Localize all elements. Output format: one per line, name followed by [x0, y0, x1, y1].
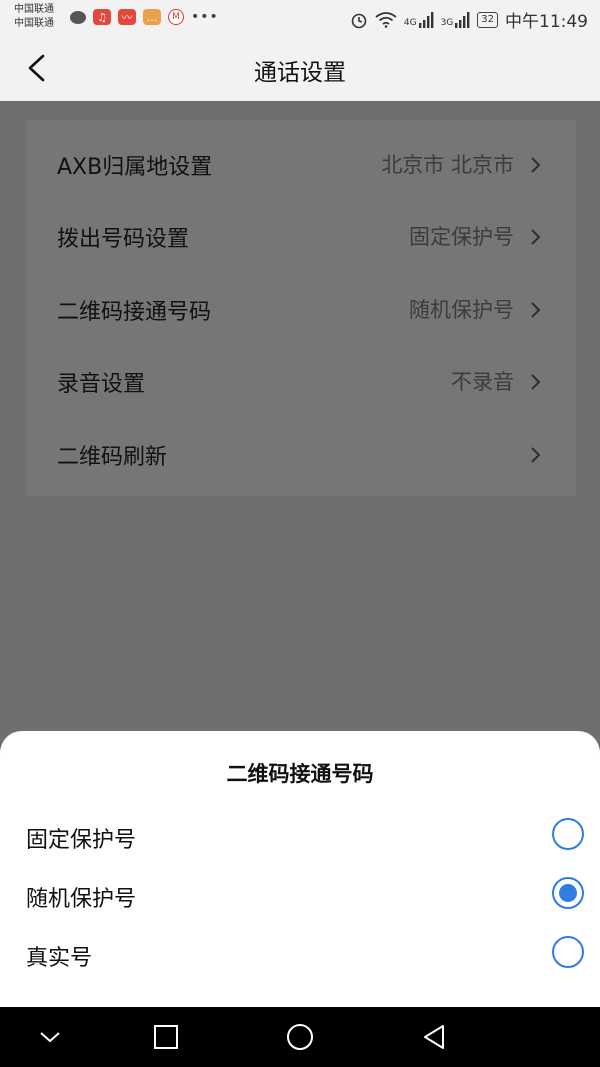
- settings-item-label: 录音设置: [57, 372, 146, 397]
- bank-icon: M: [168, 9, 184, 25]
- settings-item-recording[interactable]: 录音设置 不录音: [26, 346, 576, 418]
- settings-item-value: 北京市 北京市: [381, 153, 514, 177]
- chevron-right-icon: [531, 157, 541, 173]
- settings-list: AXB归属地设置 北京市 北京市 拨出号码设置 固定保护号 二维码接通号码 随机…: [26, 120, 576, 496]
- battery-icon: 32: [477, 11, 498, 28]
- system-nav-bar: [0, 1007, 600, 1067]
- bottom-sheet: 二维码接通号码 固定保护号 随机保护号 真实号: [0, 731, 600, 1007]
- carrier-2: 中国联通: [14, 18, 54, 29]
- option-real-number[interactable]: 真实号: [0, 927, 600, 983]
- network-type-1: 4G: [403, 17, 417, 28]
- radio-button[interactable]: [552, 936, 584, 968]
- wifi-icon: [375, 11, 397, 28]
- settings-item-label: 二维码接通号码: [57, 300, 212, 325]
- chevron-down-icon[interactable]: [34, 1021, 66, 1053]
- radio-button[interactable]: [552, 818, 584, 850]
- notification-icons: ♫ 〰 … M •••: [70, 9, 219, 25]
- option-fixed-number[interactable]: 固定保护号: [0, 809, 600, 865]
- settings-item-label: 拨出号码设置: [57, 227, 190, 252]
- more-icon: •••: [191, 9, 219, 25]
- settings-item-axb-location[interactable]: AXB归属地设置 北京市 北京市: [26, 129, 576, 201]
- settings-item-value: 不录音: [451, 370, 514, 394]
- sheet-title: 二维码接通号码: [226, 762, 374, 786]
- settings-item-qr-refresh[interactable]: 二维码刷新: [26, 419, 576, 491]
- message-icon: [70, 10, 86, 24]
- clock: 中午11:49: [505, 12, 588, 32]
- carrier-1: 中国联通: [14, 4, 54, 15]
- option-label: 随机保护号: [26, 887, 137, 912]
- signal-bars-1-icon: [418, 11, 433, 28]
- settings-item-label: AXB归属地设置: [57, 155, 213, 180]
- settings-item-label: 二维码刷新: [57, 445, 168, 470]
- status-right: 4G 3G 32 中午11:49: [350, 7, 588, 32]
- status-bar: 中国联通 中国联通 ♫ 〰 … M ••• 4G 3G 32 中午11:49: [0, 0, 600, 36]
- chevron-right-icon: [531, 229, 541, 245]
- network-type-2: 3G: [440, 17, 454, 28]
- settings-item-value: 固定保护号: [409, 225, 514, 249]
- settings-item-value: 随机保护号: [409, 298, 514, 322]
- alarm-icon: [351, 13, 367, 28]
- chevron-right-icon: [531, 447, 541, 463]
- page-title: 通话设置: [254, 60, 346, 86]
- settings-item-qr-number[interactable]: 二维码接通号码 随机保护号: [26, 274, 576, 346]
- home-circle-icon[interactable]: [284, 1021, 316, 1053]
- option-label: 固定保护号: [26, 828, 137, 853]
- chevron-right-icon: [531, 302, 541, 318]
- nav-bar: 通话设置: [0, 36, 600, 101]
- radio-button-selected[interactable]: [552, 877, 584, 909]
- option-random-number[interactable]: 随机保护号: [0, 868, 600, 924]
- signal-icon-1: 4G: [403, 11, 434, 28]
- carrier-info: 中国联通 中国联通: [14, 3, 54, 31]
- recents-square-icon[interactable]: [150, 1021, 182, 1053]
- settings-item-outgoing-number[interactable]: 拨出号码设置 固定保护号: [26, 201, 576, 273]
- signal-icon-2: 3G: [440, 11, 471, 28]
- signal-bars-2-icon: [455, 11, 470, 28]
- option-label: 真实号: [26, 946, 93, 971]
- app-icon: ♫: [93, 9, 111, 25]
- chevron-right-icon: [531, 374, 541, 390]
- back-triangle-icon[interactable]: [418, 1021, 450, 1053]
- stock-icon: 〰: [118, 9, 136, 25]
- chat-icon: …: [143, 9, 161, 25]
